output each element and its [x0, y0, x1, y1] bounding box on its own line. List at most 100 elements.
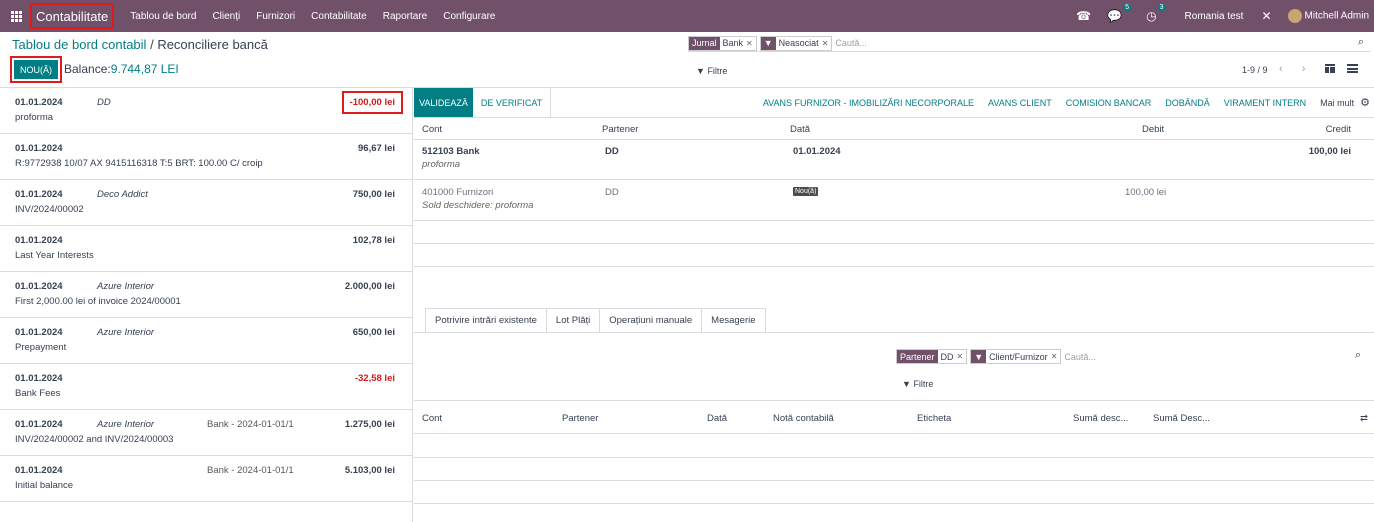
line-ref: Bank - 2024-01-01/1 — [207, 465, 294, 476]
line-label: proforma — [15, 112, 54, 123]
more-models-button[interactable]: Mai mult — [1320, 98, 1354, 108]
menu-contabilitate[interactable]: Contabilitate — [311, 11, 367, 22]
line-amount: 96,67 lei — [358, 143, 395, 154]
statement-line[interactable]: 01.01.2024 Bank - 2024-01-01/1 5.103,00 … — [0, 456, 412, 502]
col-date: Dată — [790, 124, 811, 135]
statement-line[interactable]: 01.01.2024 -32,58 lei Bank Fees — [0, 364, 412, 410]
search-bar[interactable]: Jurnal Bank ✕ ▼ Neasociat ✕ Caută... ⌕ — [688, 35, 1370, 52]
grid-row-bank[interactable]: 512103 Bank proforma DD 01.01.2024 100,0… — [414, 139, 1374, 179]
line-amount: -100,00 lei — [341, 91, 403, 114]
model-comision-bancar[interactable]: COMISION BANCAR — [1066, 98, 1152, 108]
line-ref: Bank - 2024-01-01/1 — [207, 419, 294, 430]
tab-mesagerie[interactable]: Mesagerie — [702, 308, 766, 333]
line-amount: 750,00 lei — [352, 189, 395, 200]
list-view-icon[interactable] — [1347, 64, 1358, 73]
statement-line[interactable]: 01.01.2024 DD -100,00 lei proforma — [0, 88, 412, 134]
divider — [414, 503, 1374, 504]
gear-icon[interactable]: ⚙ — [1360, 96, 1370, 109]
menu-furnizori[interactable]: Furnizori — [256, 11, 295, 22]
line-partner: Azure Interior — [97, 281, 155, 292]
messages-icon[interactable]: 💬 5 — [1107, 4, 1132, 23]
breadcrumb-parent[interactable]: Tablou de bord contabil — [12, 37, 146, 52]
divider — [414, 332, 1374, 333]
line-partner: Azure Interior — [97, 419, 155, 430]
new-button[interactable]: NOU(Ă) — [14, 60, 58, 79]
menu-clienti[interactable]: Clienți — [212, 11, 240, 22]
col-amount-residual[interactable]: Sumă desc... — [1073, 413, 1128, 424]
facet-remove-icon[interactable]: ✕ — [746, 39, 756, 48]
facet-remove-icon[interactable]: ✕ — [822, 39, 832, 48]
company-switcher[interactable]: Romania test — [1185, 11, 1244, 22]
tab-potrivire[interactable]: Potrivire intrări existente — [425, 308, 547, 333]
debug-tools-icon[interactable]: ✕ — [1261, 9, 1271, 23]
col-amount-residual-currency[interactable]: Sumă Desc... — [1153, 413, 1210, 424]
breadcrumb: Tablou de bord contabil / Reconciliere b… — [12, 37, 268, 52]
amls-search-input[interactable]: Caută... — [1064, 352, 1096, 362]
statement-line[interactable]: 01.01.2024 Azure Interior Bank - 2024-01… — [0, 410, 412, 456]
kanban-view-icon[interactable] — [1325, 64, 1335, 73]
statement-line[interactable]: 01.01.2024 102,78 lei Last Year Interest… — [0, 226, 412, 272]
col-account[interactable]: Cont — [422, 413, 442, 424]
search-facet-filter[interactable]: ▼ Client/Furnizor ✕ — [970, 349, 1062, 364]
col-date[interactable]: Dată — [707, 413, 727, 424]
new-button-frame: NOU(Ă) — [10, 56, 62, 83]
line-partner: Deco Addict — [97, 189, 148, 200]
line-date: 01.01.2024 — [15, 465, 63, 476]
grid-row-suspense[interactable]: 401000 Furnizori Sold deschidere: profor… — [414, 179, 1374, 220]
amls-search-bar[interactable]: Partener DD ✕ ▼ Client/Furnizor ✕ Caută.… — [896, 349, 1370, 364]
line-label: First 2,000.00 lei of invoice 2024/00001 — [15, 296, 181, 307]
model-dobanda[interactable]: DOBÂNDĂ — [1165, 98, 1210, 108]
line-partner: Azure Interior — [97, 327, 155, 338]
menu-raportare[interactable]: Raportare — [383, 11, 427, 22]
row-account-sub: Sold deschidere: proforma — [422, 200, 534, 211]
col-label[interactable]: Eticheta — [917, 413, 951, 424]
statement-line[interactable]: 01.01.2024 96,67 lei R:9772938 10/07 AX … — [0, 134, 412, 180]
menu-tablou-de-bord[interactable]: Tablou de bord — [130, 11, 196, 22]
search-icon[interactable]: ⌕ — [1358, 36, 1364, 49]
model-avans-furnizor[interactable]: AVANS FURNIZOR - IMOBILIZĂRI NECORPORALE — [763, 98, 974, 108]
model-virament-intern[interactable]: VIRAMENT INTERN — [1224, 98, 1306, 108]
app-brand[interactable]: Contabilitate — [30, 3, 115, 29]
column-settings-icon[interactable]: ⇄ — [1360, 413, 1368, 424]
facet-remove-icon[interactable]: ✕ — [957, 352, 967, 361]
to-check-button[interactable]: DE VERIFICAT — [473, 88, 551, 117]
tab-lot-plati[interactable]: Lot Plăți — [546, 308, 601, 333]
search-facet-partner[interactable]: Partener DD ✕ — [896, 349, 968, 364]
activities-icon[interactable]: ◷ 3 — [1146, 4, 1166, 23]
search-input[interactable]: Caută... — [835, 38, 867, 48]
col-move[interactable]: Notă contabilă — [773, 413, 834, 424]
statement-line[interactable]: 01.01.2024 Azure Interior 2.000,00 lei F… — [0, 272, 412, 318]
model-avans-client[interactable]: AVANS CLIENT — [988, 98, 1052, 108]
search-facet-filter[interactable]: ▼ Neasociat ✕ — [759, 35, 833, 51]
line-amount: 2.000,00 lei — [344, 281, 395, 292]
search-facet-journal[interactable]: Jurnal Bank ✕ — [688, 35, 757, 51]
line-label: Initial balance — [15, 480, 74, 491]
line-amount: 5.103,00 lei — [344, 465, 395, 476]
avatar — [1287, 9, 1302, 23]
validate-button[interactable]: VALIDEAZĂ — [414, 88, 473, 117]
amls-filters-toggle[interactable]: ▼ Filtre — [902, 379, 933, 389]
statement-lines-list: 01.01.2024 DD -100,00 lei proforma 01.01… — [0, 88, 413, 522]
facet-value: DD — [940, 351, 954, 362]
menu-configurare[interactable]: Configurare — [443, 11, 495, 22]
pager-arrows[interactable]: ‹ › — [1279, 63, 1313, 75]
statement-line[interactable]: 01.01.2024 Deco Addict 750,00 lei INV/20… — [0, 180, 412, 226]
search-icon[interactable]: ⌕ — [1355, 349, 1361, 362]
balance-value: 9.744,87 LEI — [110, 62, 179, 76]
col-partner[interactable]: Partener — [562, 413, 598, 424]
filters-toggle[interactable]: ▼ Filtre — [696, 66, 727, 76]
statement-line[interactable]: 01.01.2024 Azure Interior 650,00 lei Pre… — [0, 318, 412, 364]
amls-list-header: Cont Partener Dată Notă contabilă Etiche… — [414, 400, 1374, 434]
line-date: 01.01.2024 — [15, 373, 63, 384]
line-date: 01.01.2024 — [15, 327, 63, 338]
line-amount: 102,78 lei — [352, 235, 395, 246]
tab-operatiuni-manuale[interactable]: Operațiuni manuale — [600, 308, 703, 333]
row-account: 512103 Bank — [422, 146, 480, 157]
facet-remove-icon[interactable]: ✕ — [1051, 352, 1061, 361]
phone-icon[interactable]: ☎ — [1076, 9, 1091, 23]
divider — [414, 243, 1374, 244]
pager-value[interactable]: 1-9 / 9 — [1242, 65, 1268, 75]
user-menu[interactable]: Mitchell Admin — [1287, 9, 1369, 23]
reconcile-models: AVANS FURNIZOR - IMOBILIZĂRI NECORPORALE… — [749, 88, 1370, 117]
apps-menu-icon[interactable] — [2, 0, 30, 32]
